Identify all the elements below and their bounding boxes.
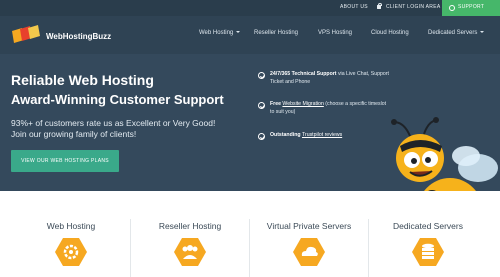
- database-icon: [412, 238, 444, 266]
- nav-cloud-hosting[interactable]: Cloud Hosting: [371, 30, 409, 36]
- lock-icon: [377, 2, 383, 9]
- product-reseller-hosting[interactable]: Reseller Hosting: [131, 191, 249, 277]
- check-circle-icon: [258, 72, 265, 79]
- feature-migration-bold: Free: [270, 101, 283, 107]
- about-us-link[interactable]: ABOUT US: [340, 4, 368, 10]
- support-label: SUPPORT: [458, 4, 485, 10]
- product-name: Web Hosting: [46, 221, 96, 231]
- product-name: Virtual Private Servers: [266, 221, 352, 231]
- nav-web-hosting[interactable]: Web Hosting: [199, 30, 241, 36]
- hero-description: 93%+ of customers rate us as Excellent o…: [11, 118, 215, 140]
- bee-mascot-icon: [391, 117, 498, 191]
- view-plans-button[interactable]: VIEW OUR WEB HOSTING PLANS: [11, 150, 119, 172]
- feature-reviews-bold: Outstanding: [270, 132, 302, 138]
- client-login-link[interactable]: CLIENT LOGIN AREA: [386, 4, 440, 10]
- nav-vps-hosting[interactable]: VPS Hosting: [318, 30, 352, 36]
- hero-banner: Reliable Web Hosting Award-Winning Custo…: [0, 54, 500, 191]
- hero-line-1: 93%+ of customers rate us as Excellent o…: [11, 118, 216, 128]
- users-icon: [174, 238, 206, 266]
- hero-line-2: Join our growing family of clients!: [11, 129, 137, 139]
- main-nav: WebHostingBuzz Web Hosting Reseller Host…: [0, 16, 500, 54]
- support-icon: [449, 5, 455, 11]
- hero-subtitle: Award-Winning Customer Support: [11, 92, 224, 107]
- nav-reseller-hosting[interactable]: Reseller Hosting: [254, 30, 298, 36]
- product-strip: Web Hosting Reseller Hosting Virtual Pri…: [0, 191, 500, 277]
- product-name: Dedicated Servers: [393, 221, 463, 231]
- check-circle-icon: [258, 102, 265, 109]
- logo-icon[interactable]: [10, 25, 42, 45]
- product-name: Reseller Hosting: [158, 221, 222, 231]
- product-web-hosting[interactable]: Web Hosting: [12, 191, 130, 277]
- top-bar: ABOUT US CLIENT LOGIN AREA SUPPORT: [0, 0, 500, 16]
- trustpilot-reviews-link[interactable]: Trustpilot reviews: [302, 132, 342, 138]
- nav-dedicated-servers[interactable]: Dedicated Servers: [428, 30, 485, 36]
- feature-support-bold: 24/7/365 Technical Support: [270, 71, 337, 77]
- product-vps[interactable]: Virtual Private Servers: [250, 191, 368, 277]
- cloud-icon: [293, 238, 325, 266]
- website-migration-link[interactable]: Website Migration: [282, 101, 323, 107]
- support-button[interactable]: SUPPORT: [442, 0, 500, 16]
- check-circle-icon: [258, 133, 265, 140]
- nav-web-hosting-label: Web Hosting: [199, 30, 234, 36]
- product-dedicated-servers[interactable]: Dedicated Servers: [369, 191, 487, 277]
- brand-name[interactable]: WebHostingBuzz: [46, 32, 111, 41]
- chevron-down-icon: [236, 31, 241, 33]
- nav-dedicated-servers-label: Dedicated Servers: [428, 30, 478, 36]
- gear-icon: [55, 238, 87, 266]
- chevron-down-icon: [480, 31, 485, 33]
- hero-title: Reliable Web Hosting: [11, 72, 154, 88]
